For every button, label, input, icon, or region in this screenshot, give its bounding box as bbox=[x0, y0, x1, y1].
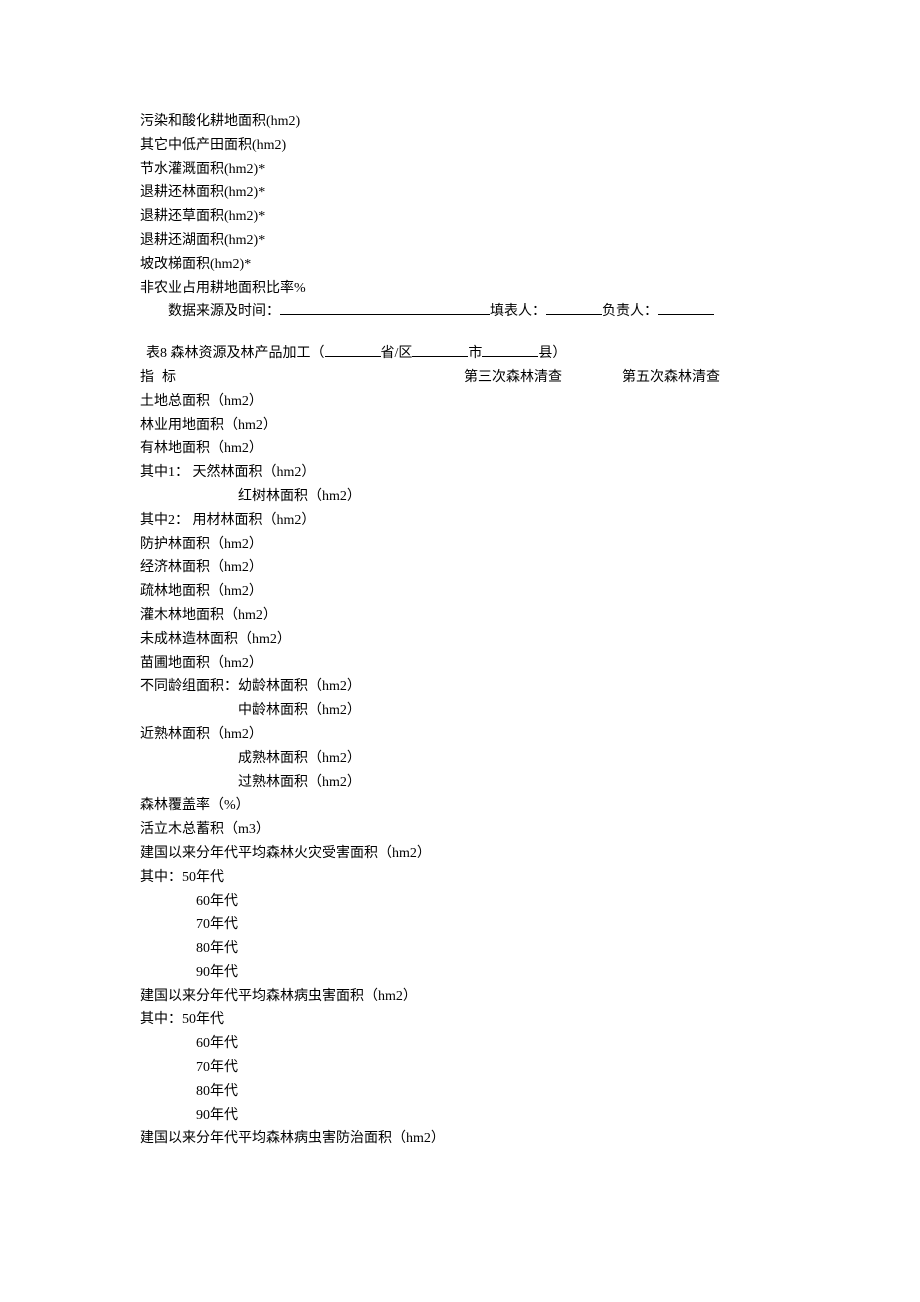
list-item: 森林覆盖率（%） bbox=[140, 794, 780, 818]
list-item: 80年代 bbox=[140, 1080, 780, 1104]
source-label: 数据来源及时间： bbox=[168, 304, 280, 319]
list-item: 红树林面积（hm2） bbox=[140, 485, 780, 509]
list-item: 经济林面积（hm2） bbox=[140, 556, 780, 580]
list-item: 其中1： 天然林面积（hm2） bbox=[140, 461, 780, 485]
list-item: 其中：50年代 bbox=[140, 1008, 780, 1032]
list-item: 其中：50年代 bbox=[140, 866, 780, 890]
list-item: 成熟林面积（hm2） bbox=[140, 747, 780, 771]
list-item: 不同龄组面积：幼龄林面积（hm2） bbox=[140, 675, 780, 699]
list-item: 80年代 bbox=[140, 937, 780, 961]
list-item: 中龄林面积（hm2） bbox=[140, 699, 780, 723]
header-col-fifth-survey: 第五次森林清查 bbox=[622, 366, 720, 390]
list-item: 建国以来分年代平均森林病虫害面积（hm2） bbox=[140, 985, 780, 1009]
list-item: 其中2： 用材林面积（hm2） bbox=[140, 509, 780, 533]
responsible-label: 负责人： bbox=[602, 304, 658, 319]
list-item: 林业用地面积（hm2） bbox=[140, 414, 780, 438]
list-item: 防护林面积（hm2） bbox=[140, 533, 780, 557]
list-item: 苗圃地面积（hm2） bbox=[140, 652, 780, 676]
list-item: 其它中低产田面积(hm2) bbox=[140, 134, 780, 158]
list-item: 退耕还草面积(hm2)* bbox=[140, 205, 780, 229]
list-item: 未成林造林面积（hm2） bbox=[140, 628, 780, 652]
list-item: 退耕还林面积(hm2)* bbox=[140, 181, 780, 205]
province-blank[interactable] bbox=[325, 356, 381, 357]
filler-label: 填表人： bbox=[490, 304, 546, 319]
list-item: 70年代 bbox=[140, 913, 780, 937]
table8-header-row: 指标 第三次森林清查 第五次森林清查 bbox=[140, 366, 780, 390]
list-item: 坡改梯面积(hm2)* bbox=[140, 253, 780, 277]
header-indicator-label: 指标 bbox=[140, 366, 184, 390]
title-province: 省/区 bbox=[381, 346, 413, 361]
responsible-blank[interactable] bbox=[658, 314, 714, 315]
list-item: 非农业占用耕地面积比率% bbox=[140, 277, 780, 301]
list-item: 建国以来分年代平均森林火灾受害面积（hm2） bbox=[140, 842, 780, 866]
source-blank[interactable] bbox=[280, 314, 490, 315]
list-item: 有林地面积（hm2） bbox=[140, 437, 780, 461]
filler-blank[interactable] bbox=[546, 314, 602, 315]
list-item: 近熟林面积（hm2） bbox=[140, 723, 780, 747]
list-item: 土地总面积（hm2） bbox=[140, 390, 780, 414]
list-item: 90年代 bbox=[140, 961, 780, 985]
header-col-third-survey: 第三次森林清查 bbox=[464, 366, 562, 390]
list-item: 60年代 bbox=[140, 1032, 780, 1056]
list-item: 活立木总蓄积（m3） bbox=[140, 818, 780, 842]
county-blank[interactable] bbox=[482, 356, 538, 357]
section1-list: 污染和酸化耕地面积(hm2) 其它中低产田面积(hm2) 节水灌溉面积(hm2)… bbox=[140, 110, 780, 300]
list-item: 污染和酸化耕地面积(hm2) bbox=[140, 110, 780, 134]
list-item: 退耕还湖面积(hm2)* bbox=[140, 229, 780, 253]
list-item: 建国以来分年代平均森林病虫害防治面积（hm2） bbox=[140, 1127, 780, 1151]
list-item: 60年代 bbox=[140, 890, 780, 914]
title-prefix: 表8 森林资源及林产品加工（ bbox=[146, 346, 325, 361]
title-city: 市 bbox=[468, 346, 482, 361]
list-item: 90年代 bbox=[140, 1104, 780, 1128]
table8-list: 土地总面积（hm2） 林业用地面积（hm2） 有林地面积（hm2） 其中1： 天… bbox=[140, 390, 780, 1152]
list-item: 过熟林面积（hm2） bbox=[140, 771, 780, 795]
list-item: 70年代 bbox=[140, 1056, 780, 1080]
list-item: 节水灌溉面积(hm2)* bbox=[140, 158, 780, 182]
title-county: 县） bbox=[538, 346, 566, 361]
source-line: 数据来源及时间： 填表人： 负责人： bbox=[140, 300, 780, 324]
table8-title: 表8 森林资源及林产品加工（ 省/区 市 县） bbox=[140, 342, 780, 366]
list-item: 疏林地面积（hm2） bbox=[140, 580, 780, 604]
list-item: 灌木林地面积（hm2） bbox=[140, 604, 780, 628]
city-blank[interactable] bbox=[412, 356, 468, 357]
